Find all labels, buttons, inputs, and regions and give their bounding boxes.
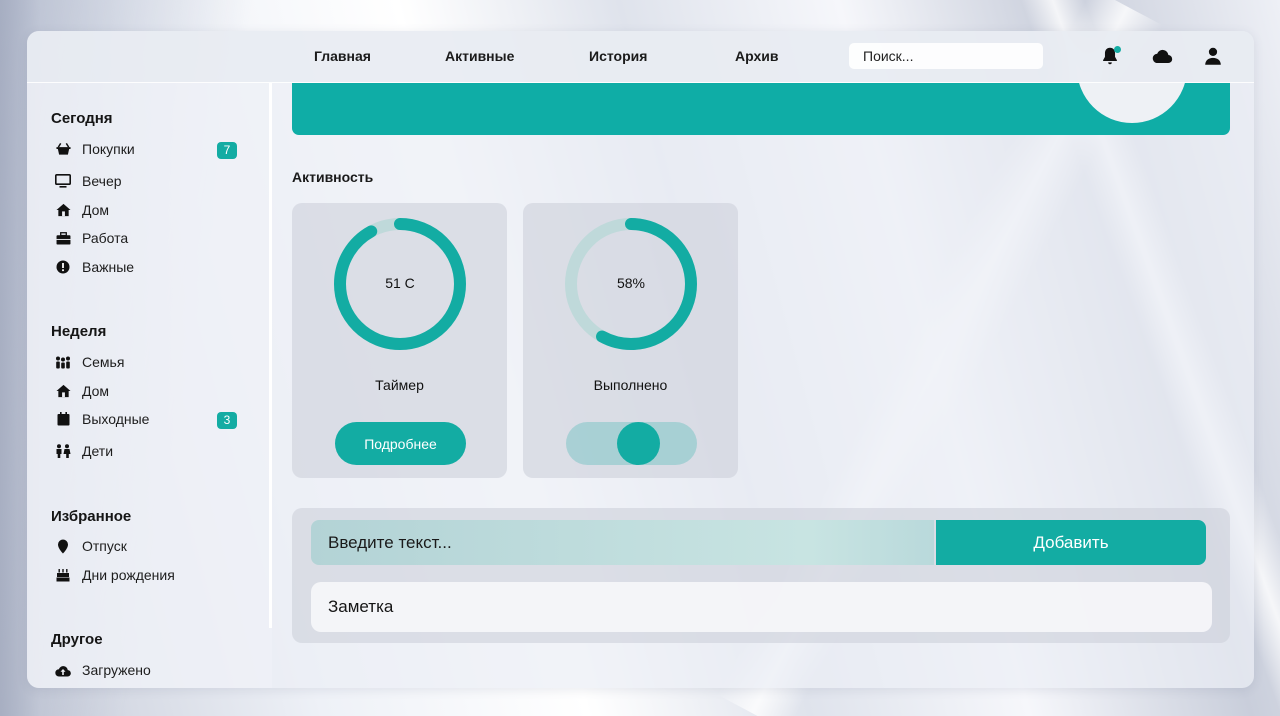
sidebar-item-home[interactable]: Дом [55, 200, 109, 220]
sidebar-item-evening[interactable]: Вечер [55, 171, 122, 191]
note-item[interactable]: Заметка [311, 582, 1212, 632]
map-pin-icon [55, 538, 71, 554]
sidebar-item-label: Важные [82, 259, 135, 275]
search-input[interactable] [849, 43, 1043, 69]
sidebar-item-weekend[interactable]: Выходные [55, 409, 149, 429]
activity-title: Активность [292, 169, 374, 185]
section-title-other: Другое [51, 631, 103, 648]
nav-link-history[interactable]: История [589, 48, 647, 64]
header-banner [292, 83, 1230, 135]
monitor-icon [55, 173, 71, 189]
sidebar-item-label: Покупки [82, 141, 135, 157]
nav-link-archive[interactable]: Архив [735, 48, 778, 64]
completed-toggle[interactable] [566, 422, 697, 465]
completed-card: 58% Выполнено [523, 203, 738, 478]
sidebar-item-home-week[interactable]: Дом [55, 381, 109, 401]
section-title-week: Неделя [51, 323, 107, 340]
home-icon [55, 383, 71, 399]
briefcase-icon [55, 230, 71, 246]
family-icon [55, 354, 71, 370]
sidebar-item-label: Вечер [82, 173, 122, 189]
timer-value: 51 С [385, 275, 415, 291]
nav-link-home[interactable]: Главная [314, 48, 371, 64]
timer-title: Таймер [375, 377, 424, 393]
sidebar-item-vacation[interactable]: Отпуск [55, 536, 127, 556]
cloud-upload-icon [55, 662, 71, 678]
sidebar-item-birthdays[interactable]: Дни рождения [55, 565, 175, 585]
sidebar-item-label: Дом [82, 383, 110, 399]
notification-dot [1114, 46, 1121, 53]
weekend-count-badge: 3 [217, 412, 237, 429]
sidebar-item-label: Загружено [82, 662, 151, 678]
calendar-icon [55, 411, 71, 427]
note-input-panel: Добавить Заметка [292, 508, 1230, 643]
section-title-favorites: Избранное [51, 508, 132, 525]
sidebar: Сегодня Покупки 7 Вечер Дом Работа Важны… [27, 83, 272, 688]
note-text-input[interactable] [311, 520, 934, 565]
sidebar-divider [269, 83, 272, 628]
details-button[interactable]: Подробнее [335, 422, 466, 465]
sidebar-item-family[interactable]: Семья [55, 352, 124, 372]
sidebar-item-work[interactable]: Работа [55, 228, 128, 248]
sidebar-item-label: Дом [82, 202, 110, 218]
top-nav-bar: Главная Активные История Архив [27, 31, 1254, 83]
exclamation-icon [55, 259, 71, 275]
shopping-count-badge: 7 [217, 142, 237, 159]
sidebar-item-label: Семья [82, 354, 125, 370]
home-icon [55, 202, 71, 218]
sidebar-item-shopping[interactable]: Покупки [55, 139, 135, 159]
completed-value: 58% [616, 275, 646, 291]
section-title-today: Сегодня [51, 110, 113, 127]
basket-icon [55, 141, 71, 157]
sidebar-item-label: Дети [82, 443, 114, 459]
add-button[interactable]: Добавить [936, 520, 1206, 565]
toggle-knob[interactable] [617, 422, 660, 465]
cloud-icon[interactable] [1150, 45, 1174, 67]
sidebar-item-label: Работа [82, 230, 129, 246]
user-icon[interactable] [1202, 45, 1224, 67]
app-window: Главная Активные История Архив Сегодня П… [27, 31, 1254, 688]
banner-avatar-circle [1077, 83, 1187, 123]
sidebar-item-important[interactable]: Важные [55, 257, 134, 277]
cake-icon [55, 567, 71, 583]
sidebar-item-downloaded[interactable]: Загружено [55, 660, 151, 680]
sidebar-item-children[interactable]: Дети [55, 441, 113, 461]
sidebar-item-label: Выходные [82, 411, 150, 427]
nav-link-active[interactable]: Активные [445, 48, 514, 64]
completed-title: Выполнено [593, 377, 668, 393]
sidebar-item-label: Дни рождения [82, 567, 175, 583]
timer-card: 51 С Таймер Подробнее [292, 203, 507, 478]
sidebar-item-label: Отпуск [82, 538, 127, 554]
children-icon [55, 443, 71, 459]
